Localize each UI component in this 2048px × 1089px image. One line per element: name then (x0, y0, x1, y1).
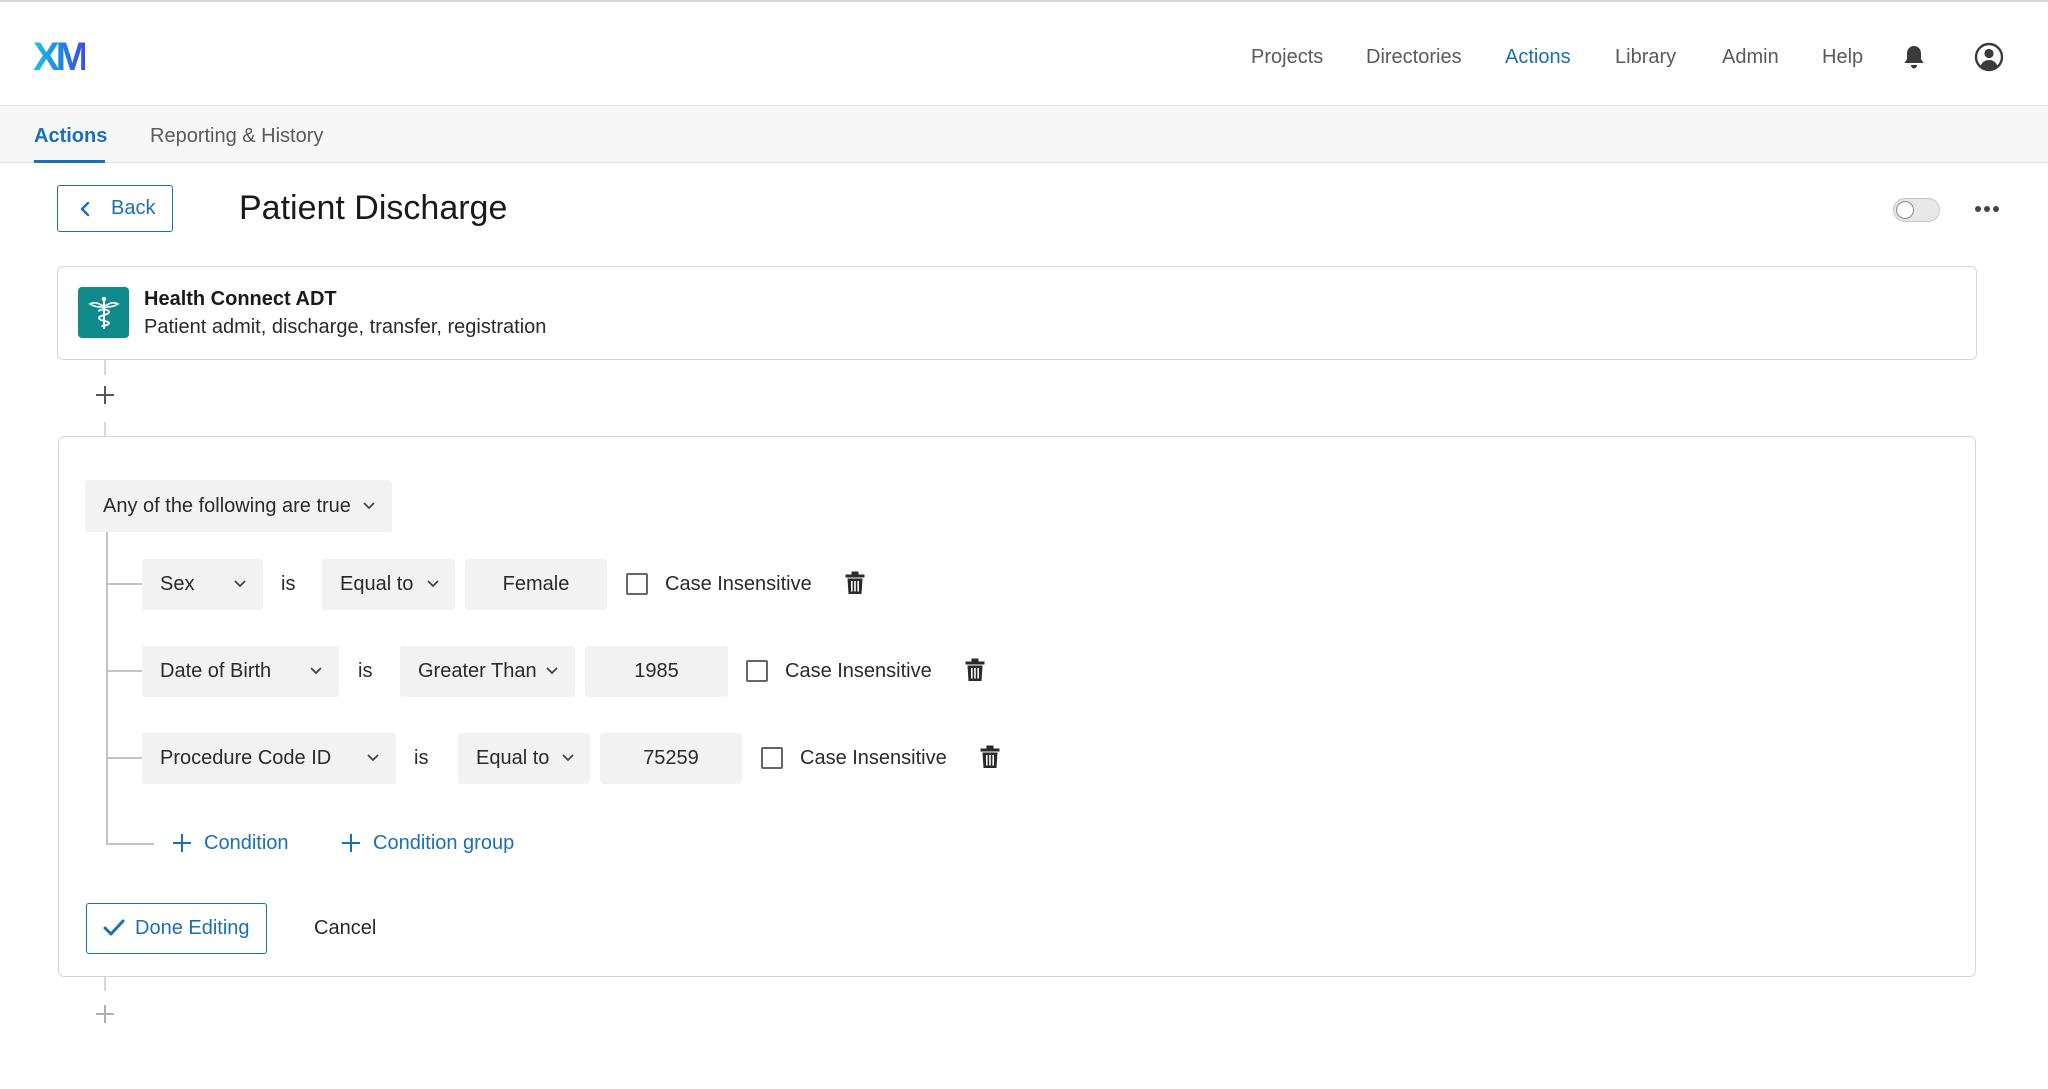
condition-is-label: is (414, 747, 429, 769)
trigger-badge (78, 287, 129, 338)
condition-operator-dropdown[interactable]: Greater Than (400, 646, 575, 697)
tree-line-vertical (106, 532, 108, 845)
add-step-button[interactable] (94, 1003, 116, 1025)
trash-icon[interactable] (965, 658, 985, 682)
checkmark-icon (103, 919, 125, 936)
plus-icon (173, 834, 191, 852)
trash-icon[interactable] (980, 745, 1000, 769)
add-step-button[interactable] (94, 384, 116, 406)
condition-is-label: is (358, 660, 373, 682)
nav-actions[interactable]: Actions (1505, 42, 1571, 72)
top-navigation: XM Projects Directories Actions Library … (0, 4, 2048, 106)
condition-operator-dropdown[interactable]: Equal to (322, 559, 455, 610)
chevron-down-icon (367, 754, 379, 762)
back-button[interactable]: Back (57, 185, 173, 232)
tree-line-branch (106, 583, 142, 585)
condition-group-logic-label: Any of the following are true (103, 495, 351, 517)
condition-field-label: Procedure Code ID (160, 747, 332, 769)
condition-group-logic-dropdown[interactable]: Any of the following are true (85, 480, 392, 532)
tab-actions[interactable]: Actions (34, 124, 107, 148)
nav-help[interactable]: Help (1822, 42, 1863, 72)
toggle-knob (1896, 201, 1914, 219)
nav-projects[interactable]: Projects (1251, 42, 1323, 72)
tab-reporting-history[interactable]: Reporting & History (150, 124, 323, 148)
chevron-down-icon (546, 667, 558, 675)
nav-directories[interactable]: Directories (1366, 42, 1462, 72)
app-frame: XM Projects Directories Actions Library … (0, 0, 2048, 1089)
cancel-button[interactable]: Cancel (314, 914, 376, 942)
connector-line (104, 977, 106, 991)
case-insensitive-checkbox[interactable] (626, 573, 648, 595)
connector-line (104, 360, 106, 375)
tree-line-branch (106, 670, 142, 672)
condition-field-dropdown[interactable]: Sex (142, 559, 263, 610)
nav-library[interactable]: Library (1615, 42, 1676, 72)
add-condition-group-label: Condition group (373, 832, 515, 854)
action-enabled-toggle[interactable] (1893, 198, 1940, 222)
condition-field-label: Sex (160, 573, 195, 595)
case-insensitive-checkbox[interactable] (746, 660, 768, 682)
chevron-down-icon (234, 580, 246, 588)
tree-line-branch (106, 757, 142, 759)
more-options-icon[interactable] (1974, 198, 2000, 220)
page-title: Patient Discharge (239, 189, 508, 227)
user-circle-icon[interactable] (1974, 42, 2004, 72)
chevron-left-icon (80, 201, 90, 217)
plus-icon (342, 834, 360, 852)
chevron-down-icon (310, 667, 322, 675)
secondary-tabs: Actions Reporting & History (0, 106, 2048, 163)
case-insensitive-label: Case Insensitive (665, 573, 812, 595)
bell-icon[interactable] (1903, 44, 1925, 70)
case-insensitive-checkbox[interactable] (761, 747, 783, 769)
trigger-description: Patient admit, discharge, transfer, regi… (144, 316, 547, 338)
condition-operator-label: Greater Than (418, 660, 537, 682)
chevron-down-icon (562, 754, 574, 762)
connector-line (104, 422, 106, 436)
condition-operator-label: Equal to (340, 573, 414, 595)
caduceus-icon (88, 296, 120, 329)
add-condition-label: Condition (204, 832, 289, 854)
condition-field-dropdown[interactable]: Procedure Code ID (142, 733, 396, 784)
chevron-down-icon (427, 580, 439, 588)
done-editing-label: Done Editing (135, 917, 250, 939)
condition-field-dropdown[interactable]: Date of Birth (142, 646, 339, 697)
tree-line-branch (106, 843, 154, 845)
condition-value-input[interactable]: 1985 (585, 646, 728, 697)
condition-operator-dropdown[interactable]: Equal to (458, 733, 590, 784)
add-condition-button[interactable]: Condition (173, 831, 303, 855)
back-button-label: Back (111, 197, 156, 219)
chevron-down-icon (363, 502, 375, 510)
condition-field-label: Date of Birth (160, 660, 272, 682)
condition-operator-label: Equal to (476, 747, 550, 769)
case-insensitive-label: Case Insensitive (785, 660, 932, 682)
case-insensitive-label: Case Insensitive (800, 747, 947, 769)
nav-admin[interactable]: Admin (1722, 42, 1779, 72)
condition-value-input[interactable]: 75259 (600, 733, 742, 784)
trigger-title: Health Connect ADT (144, 288, 337, 310)
trigger-card[interactable]: Health Connect ADT Patient admit, discha… (57, 266, 1977, 360)
condition-value-input[interactable]: Female (465, 559, 607, 610)
active-tab-indicator (34, 160, 105, 163)
done-editing-button[interactable]: Done Editing (86, 903, 267, 954)
add-condition-group-button[interactable]: Condition group (342, 831, 532, 855)
condition-is-label: is (281, 573, 296, 595)
trash-icon[interactable] (845, 571, 865, 595)
xm-logo[interactable]: XM (33, 37, 89, 77)
